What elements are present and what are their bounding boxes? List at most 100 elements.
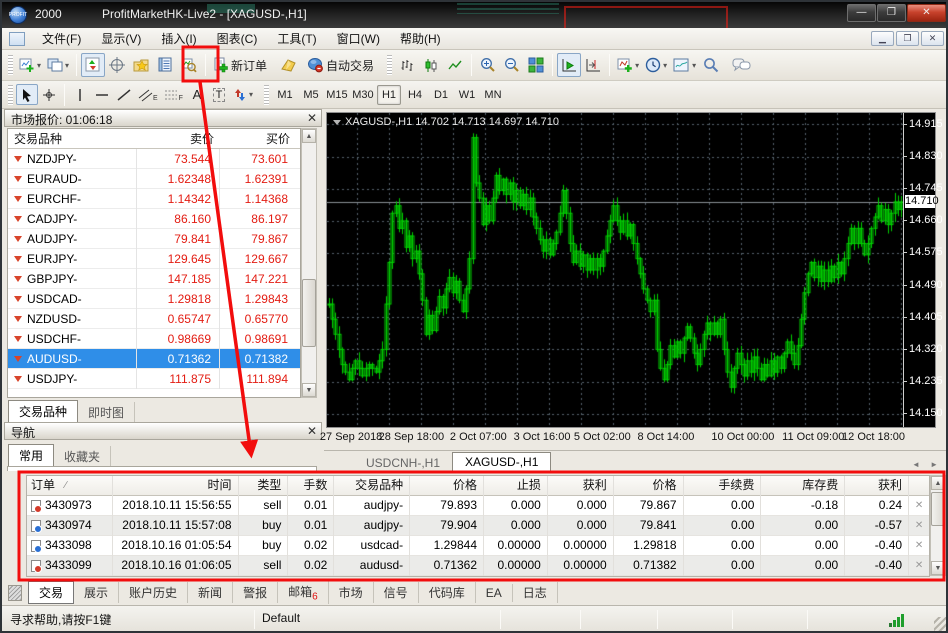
horizontal-line-tool[interactable]	[91, 84, 113, 105]
chart-restore-button[interactable]: ❐	[896, 31, 919, 46]
terminal-tab-[interactable]: 市场	[329, 582, 374, 603]
market-watch-row-usdchf[interactable]: USDCHF- 0.98669 0.98691	[8, 329, 300, 349]
strategy-tester-button[interactable]	[177, 53, 201, 77]
chart-tab-usdcnhh1[interactable]: USDCNH-,H1	[354, 454, 452, 472]
data-window-button[interactable]	[105, 53, 129, 77]
market-watch-row-gbpjpy[interactable]: GBPJPY- 147.185 147.221	[8, 269, 300, 289]
cursor-tool-button[interactable]	[16, 84, 38, 105]
chart-tab-xagusdh1[interactable]: XAGUSD-,H1	[452, 452, 552, 472]
price-axis[interactable]: 14.915 14.830 14.745 14.660 14.575 14.490 14.4…	[903, 113, 943, 427]
metaeditor-button[interactable]	[276, 53, 300, 77]
menu-item-t[interactable]: 工具(T)	[267, 28, 326, 50]
navigator-tab-[interactable]: 收藏夹	[54, 446, 112, 467]
scroll-up-button[interactable]: ▲	[931, 476, 945, 490]
scroll-thumb[interactable]	[931, 492, 945, 526]
close-order-button[interactable]: ✕	[909, 556, 929, 576]
close-order-button[interactable]: ✕	[909, 536, 929, 556]
market-watch-row-euraud[interactable]: EURAUD- 1.62348 1.62391	[8, 169, 300, 189]
toolbar-grip[interactable]	[8, 55, 13, 75]
menu-item-w[interactable]: 窗口(W)	[327, 28, 390, 50]
order-row-3433099[interactable]: 3433099 2018.10.16 01:06:05 sell 0.02 audusd…	[27, 555, 929, 576]
tile-windows-button[interactable]	[524, 53, 548, 77]
chart-tab-scroll-arrows[interactable]: ◄ ►	[912, 460, 942, 469]
price-chart-canvas[interactable]	[327, 113, 903, 427]
candlestick-mode-button[interactable]	[419, 53, 443, 77]
menu-item-f[interactable]: 文件(F)	[32, 28, 91, 50]
chart-shift-button[interactable]	[581, 53, 605, 77]
market-watch-row-audjpy[interactable]: AUDJPY- 79.841 79.867	[8, 229, 300, 249]
profiles-button[interactable]: ▾	[44, 53, 72, 77]
market-watch-row-cadjpy[interactable]: CADJPY- 86.160 86.197	[8, 209, 300, 229]
chart-minimize-button[interactable]: ▁	[871, 31, 894, 46]
arrows-tool[interactable]: ▾	[230, 84, 256, 105]
periods-button[interactable]: ▾	[642, 53, 670, 77]
zoom-out-button[interactable]	[500, 53, 524, 77]
scroll-down-button[interactable]: ▼	[931, 561, 945, 575]
fibonacci-tool[interactable]: F	[161, 84, 186, 105]
terminal-tab-[interactable]: 交易	[28, 581, 75, 604]
chart-close-button[interactable]: ✕	[921, 31, 944, 46]
terminal-tab-[interactable]: 展示	[74, 582, 120, 603]
market-watch-row-nzdusd[interactable]: NZDUSD- 0.65747 0.65770	[8, 309, 300, 329]
close-order-button[interactable]: ✕	[909, 516, 929, 536]
timeframe-button-h1[interactable]: H1	[376, 84, 401, 105]
zoom-in-button[interactable]	[476, 53, 500, 77]
terminal-tab-[interactable]: 邮箱6	[278, 580, 329, 605]
terminal-button[interactable]	[153, 53, 177, 77]
orders-scrollbar[interactable]: ▲ ▼	[930, 475, 946, 576]
chat-button[interactable]	[729, 53, 754, 77]
market-watch-row-nzdjpy[interactable]: NZDJPY- 73.544 73.601	[8, 149, 300, 169]
navigator-button[interactable]	[129, 53, 153, 77]
equidistant-channel-tool[interactable]: E	[135, 84, 161, 105]
navigator-close-icon[interactable]: ✕	[307, 424, 317, 438]
timeframe-button-m15[interactable]: M15	[325, 85, 349, 105]
time-axis[interactable]: 27 Sep 2018 28 Sep 18:00 2 Oct 07:00 3 Oct …	[320, 429, 936, 448]
market-watch-scrollbar[interactable]: ▲ ▼	[301, 128, 317, 398]
close-order-button[interactable]: ✕	[909, 496, 929, 516]
timeframe-button-d1[interactable]: D1	[429, 85, 453, 105]
window-close-button[interactable]: ✕	[907, 4, 946, 22]
menu-item-i[interactable]: 插入(I)	[151, 28, 206, 50]
market-watch-row-usdjpy[interactable]: USDJPY- 111.875 111.894	[8, 369, 300, 389]
order-row-3433098[interactable]: 3433098 2018.10.16 01:05:54 buy 0.02 usdcad-…	[27, 535, 929, 556]
menu-item-c[interactable]: 图表(C)	[207, 28, 268, 50]
terminal-tab-[interactable]: 账户历史	[119, 582, 189, 603]
bar-chart-mode-button[interactable]	[395, 53, 419, 77]
menu-item-v[interactable]: 显示(V)	[91, 28, 151, 50]
toolbar-grip[interactable]	[263, 84, 269, 105]
terminal-tab-[interactable]: 代码库	[419, 582, 476, 603]
terminal-tab-[interactable]: 警报	[233, 582, 279, 603]
toolbar-grip[interactable]	[387, 55, 393, 75]
market-watch-row-eurchf[interactable]: EURCHF- 1.14342 1.14368	[8, 189, 300, 209]
new-chart-button[interactable]: ▾	[16, 53, 44, 77]
status-profile[interactable]: Default	[262, 611, 300, 625]
market-watch-row-audusd[interactable]: AUDUSD- 0.71362 0.71382	[8, 349, 300, 369]
window-minimize-button[interactable]: —	[847, 4, 876, 22]
resize-grip[interactable]	[934, 617, 946, 631]
vertical-line-tool[interactable]	[69, 84, 91, 105]
market-watch-button[interactable]	[81, 53, 106, 77]
terminal-tab-[interactable]: 新闻	[188, 582, 234, 603]
child-window-system-icon[interactable]	[9, 32, 25, 46]
window-restore-button[interactable]: ❐	[877, 4, 906, 22]
order-row-3430973[interactable]: 3430973 2018.10.11 15:56:55 sell 0.01 audjpy…	[27, 495, 929, 516]
market-watch-close-icon[interactable]: ✕	[307, 111, 317, 125]
chart-plot-area[interactable]: XAGUSD-,H1 14.702 14.713 14.697 14.710 1…	[326, 112, 943, 428]
line-chart-mode-button[interactable]	[443, 53, 467, 77]
scroll-down-button[interactable]: ▼	[302, 383, 316, 397]
terminal-tab-[interactable]: 日志	[513, 582, 558, 603]
market-watch-tab-[interactable]: 即时图	[78, 402, 136, 423]
timeframe-button-h4[interactable]: H4	[403, 85, 427, 105]
terminal-tab-[interactable]: 信号	[374, 582, 419, 603]
market-watch-row-eurjpy[interactable]: EURJPY- 129.645 129.667	[8, 249, 300, 269]
navigator-tab-[interactable]: 常用	[8, 444, 55, 467]
terminal-tab-ea[interactable]: EA	[476, 583, 513, 602]
scroll-thumb[interactable]	[302, 279, 316, 347]
crosshair-tool-button[interactable]	[38, 84, 60, 105]
toolbar-grip[interactable]	[8, 84, 13, 105]
autotrading-button[interactable]: 自动交易	[304, 53, 377, 77]
trendline-tool[interactable]	[113, 84, 135, 105]
terminal-grip-icon[interactable]	[8, 584, 22, 601]
timeframe-button-m5[interactable]: M5	[299, 85, 323, 105]
text-tool[interactable]: A	[186, 84, 208, 105]
